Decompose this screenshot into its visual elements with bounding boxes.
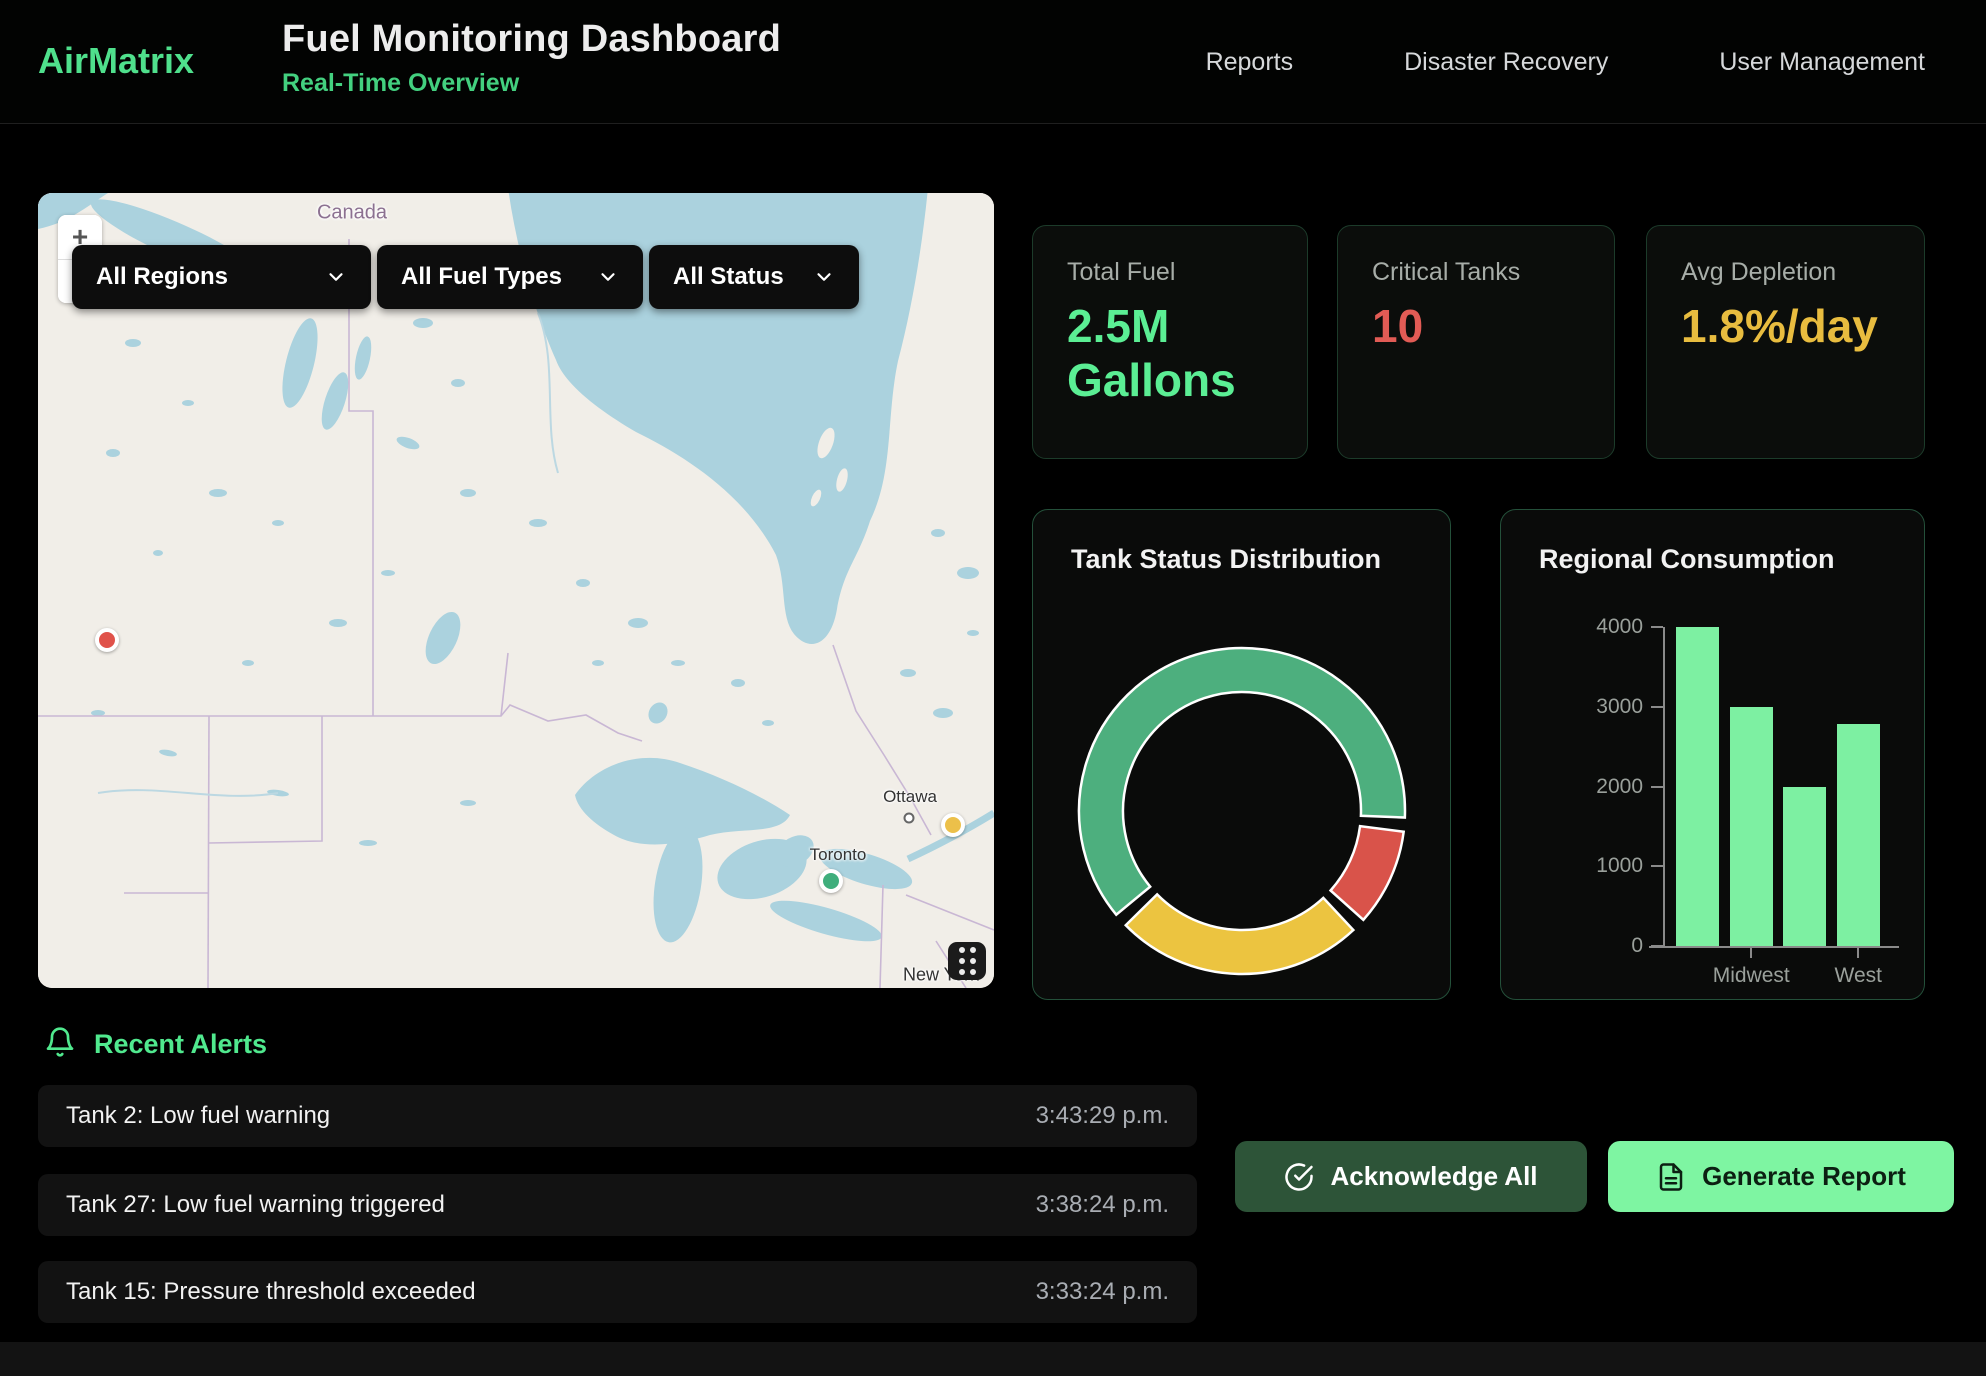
file-text-icon <box>1656 1162 1686 1192</box>
stat-card-total-fuel: Total Fuel 2.5M Gallons <box>1032 225 1308 459</box>
generate-report-button[interactable]: Generate Report <box>1608 1141 1954 1212</box>
alert-row[interactable]: Tank 27: Low fuel warning triggered 3:38… <box>38 1174 1197 1236</box>
y-tick-label: 4000 <box>1523 615 1643 639</box>
stat-card-critical-tanks: Critical Tanks 10 <box>1337 225 1615 459</box>
alert-text: Tank 2: Low fuel warning <box>66 1102 330 1130</box>
map-label-toronto: Toronto <box>810 845 867 865</box>
y-tick-label: 2000 <box>1523 775 1643 799</box>
stat-value: 10 <box>1372 299 1580 353</box>
y-tick-label: 3000 <box>1523 695 1643 719</box>
alert-row[interactable]: Tank 2: Low fuel warning 3:43:29 p.m. <box>38 1085 1197 1147</box>
alert-text: Tank 15: Pressure threshold exceeded <box>66 1278 476 1306</box>
y-tick-mark <box>1651 865 1663 867</box>
brand-logo: AirMatrix <box>38 40 194 82</box>
map-resize-handle[interactable] <box>948 942 986 980</box>
map-base-layer <box>38 193 994 988</box>
bar-West <box>1837 724 1880 946</box>
title-block: Fuel Monitoring Dashboard Real-Time Over… <box>282 18 781 98</box>
map-filters: All Regions All Fuel Types All Status <box>72 245 859 309</box>
generate-report-label: Generate Report <box>1702 1161 1906 1192</box>
region-filter-value: All Regions <box>96 263 228 291</box>
stat-label: Total Fuel <box>1067 258 1273 287</box>
check-circle-icon <box>1284 1162 1314 1192</box>
page-subtitle: Real-Time Overview <box>282 69 781 98</box>
chart-title: Tank Status Distribution <box>1071 544 1381 575</box>
stat-value: 2.5M Gallons <box>1067 299 1273 408</box>
main-nav: Reports Disaster Recovery User Managemen… <box>1206 0 1925 124</box>
tank-status-donut-chart <box>1033 510 1452 999</box>
y-tick-mark <box>1651 786 1663 788</box>
chevron-down-icon <box>597 266 619 288</box>
stat-card-avg-depletion: Avg Depletion 1.8%/day <box>1646 225 1925 459</box>
y-tick-mark <box>1651 945 1663 947</box>
footer-bar <box>0 1342 1986 1376</box>
alert-row[interactable]: Tank 15: Pressure threshold exceeded 3:3… <box>38 1261 1197 1323</box>
bar-region-3 <box>1783 787 1826 947</box>
tank-marker-normal[interactable] <box>819 869 843 893</box>
acknowledge-all-button[interactable]: Acknowledge All <box>1235 1141 1587 1212</box>
x-tick-mark <box>1750 948 1752 958</box>
bar-region-1 <box>1676 627 1719 946</box>
alerts-header: Recent Alerts <box>44 1026 267 1063</box>
map-label-ottawa: Ottawa <box>883 787 937 807</box>
stat-value: 1.8%/day <box>1681 299 1889 353</box>
chevron-down-icon <box>325 266 347 288</box>
map[interactable]: Canada Ottawa Toronto New York + − All R… <box>38 193 994 988</box>
y-tick-label: 1000 <box>1523 854 1643 878</box>
region-filter-dropdown[interactable]: All Regions <box>72 245 371 309</box>
nav-user-management[interactable]: User Management <box>1719 48 1925 77</box>
tank-marker-warning[interactable] <box>941 813 965 837</box>
app-header: AirMatrix Fuel Monitoring Dashboard Real… <box>0 0 1986 124</box>
alert-timestamp: 3:33:24 p.m. <box>1036 1278 1169 1306</box>
status-filter-dropdown[interactable]: All Status <box>649 245 859 309</box>
fuel-type-filter-value: All Fuel Types <box>401 263 562 291</box>
map-label-canada: Canada <box>317 202 387 225</box>
y-tick-mark <box>1651 706 1663 708</box>
tank-status-distribution-card: Tank Status Distribution <box>1032 509 1451 1000</box>
ottawa-city-dot <box>904 813 915 824</box>
donut-segment-warning <box>1126 894 1354 974</box>
x-tick-mark <box>1857 948 1859 958</box>
y-tick-mark <box>1651 626 1663 628</box>
alert-timestamp: 3:38:24 p.m. <box>1036 1191 1169 1219</box>
alerts-title: Recent Alerts <box>94 1029 267 1060</box>
x-tick-label: West <box>1835 964 1882 988</box>
nav-reports[interactable]: Reports <box>1206 48 1294 77</box>
y-tick-label: 0 <box>1523 934 1643 958</box>
regional-consumption-bar-chart: 0 1000 2000 3000 4000 Midwest West <box>1501 510 1926 1001</box>
fuel-type-filter-dropdown[interactable]: All Fuel Types <box>377 245 643 309</box>
x-axis-line <box>1649 946 1899 948</box>
regional-consumption-card: Regional Consumption 01000200030004000Mi… <box>1500 509 1925 1000</box>
bell-icon <box>44 1026 76 1063</box>
donut-segment-critical <box>1331 826 1404 920</box>
status-filter-value: All Status <box>673 263 784 291</box>
chevron-down-icon <box>813 266 835 288</box>
stat-label: Avg Depletion <box>1681 258 1890 287</box>
bar-Midwest <box>1730 707 1773 946</box>
x-tick-label: Midwest <box>1713 964 1790 988</box>
y-axis-line <box>1663 627 1665 948</box>
acknowledge-all-label: Acknowledge All <box>1330 1161 1537 1192</box>
stat-label: Critical Tanks <box>1372 258 1580 287</box>
tank-marker-critical[interactable] <box>95 628 119 652</box>
alert-timestamp: 3:43:29 p.m. <box>1036 1102 1169 1130</box>
fuel-dashboard: AirMatrix Fuel Monitoring Dashboard Real… <box>0 0 1986 1376</box>
page-title: Fuel Monitoring Dashboard <box>282 18 781 61</box>
alert-text: Tank 27: Low fuel warning triggered <box>66 1191 445 1219</box>
nav-disaster-recovery[interactable]: Disaster Recovery <box>1404 48 1608 77</box>
